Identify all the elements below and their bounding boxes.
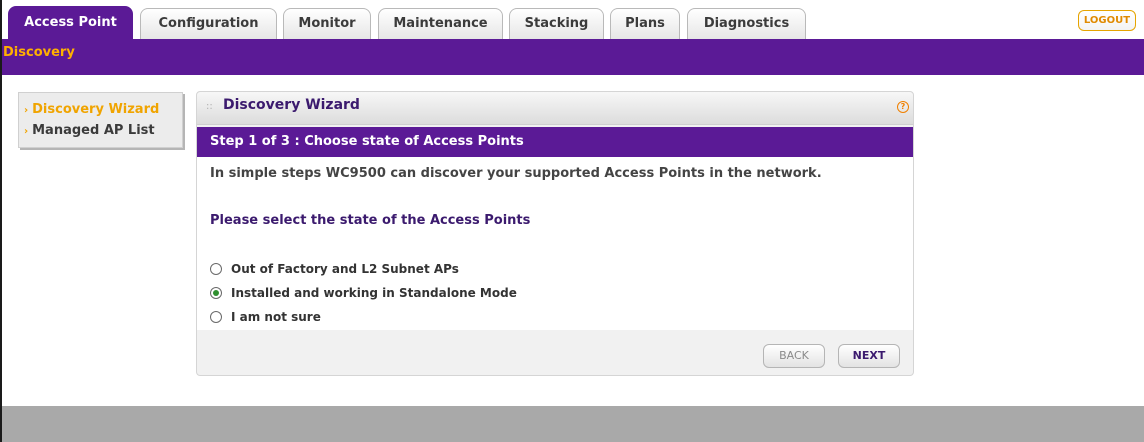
intro-text: In simple steps WC9500 can discover your… <box>210 166 822 181</box>
tab-stacking[interactable]: Stacking <box>509 8 604 39</box>
discovery-wizard-panel: :: Discovery Wizard ? Step 1 of 3 : Choo… <box>196 91 914 376</box>
radio-button[interactable] <box>210 263 222 275</box>
step-header: Step 1 of 3 : Choose state of Access Poi… <box>197 127 913 157</box>
side-menu: › Discovery Wizard › Managed AP List <box>18 92 183 148</box>
panel-header: :: Discovery Wizard ? <box>197 92 913 125</box>
sub-nav-bar: Discovery <box>2 39 1144 75</box>
tab-plans[interactable]: Plans <box>610 8 680 39</box>
radio-button-selected[interactable] <box>210 287 222 299</box>
tab-diagnostics[interactable]: Diagnostics <box>687 8 806 39</box>
tab-maintenance[interactable]: Maintenance <box>378 8 503 39</box>
chevron-right-icon: › <box>24 126 29 137</box>
option-label: I am not sure <box>231 310 321 324</box>
select-prompt: Please select the state of the Access Po… <box>210 213 531 228</box>
sidebar-item-label: Discovery Wizard <box>32 102 160 117</box>
next-button[interactable]: NEXT <box>838 344 900 368</box>
sidebar-item-discovery-wizard[interactable]: › Discovery Wizard <box>24 102 159 117</box>
tab-configuration[interactable]: Configuration <box>140 8 277 39</box>
tab-access-point[interactable]: Access Point <box>8 6 133 39</box>
subnav-item-discovery[interactable]: Discovery <box>3 45 75 60</box>
sidebar-item-label: Managed AP List <box>32 123 155 138</box>
tab-bar: Access Point Configuration Monitor Maint… <box>2 0 1144 39</box>
step-title: Step 1 of 3 : Choose state of Access Poi… <box>210 134 524 149</box>
logout-button[interactable]: LOGOUT <box>1078 10 1136 31</box>
back-button[interactable]: BACK <box>763 344 825 368</box>
option-label: Installed and working in Standalone Mode <box>231 286 517 300</box>
chevron-right-icon: › <box>24 105 29 116</box>
footer-bar <box>2 406 1144 442</box>
radio-button[interactable] <box>210 311 222 323</box>
option-label: Out of Factory and L2 Subnet APs <box>231 262 459 276</box>
wizard-body: In simple steps WC9500 can discover your… <box>197 157 913 330</box>
help-icon[interactable]: ? <box>897 101 909 113</box>
radio-dot-icon <box>213 290 219 296</box>
grip-icon: :: <box>206 101 213 112</box>
panel-title: Discovery Wizard <box>223 97 360 113</box>
sidebar-item-managed-ap-list[interactable]: › Managed AP List <box>24 123 155 138</box>
tab-monitor[interactable]: Monitor <box>283 8 371 39</box>
